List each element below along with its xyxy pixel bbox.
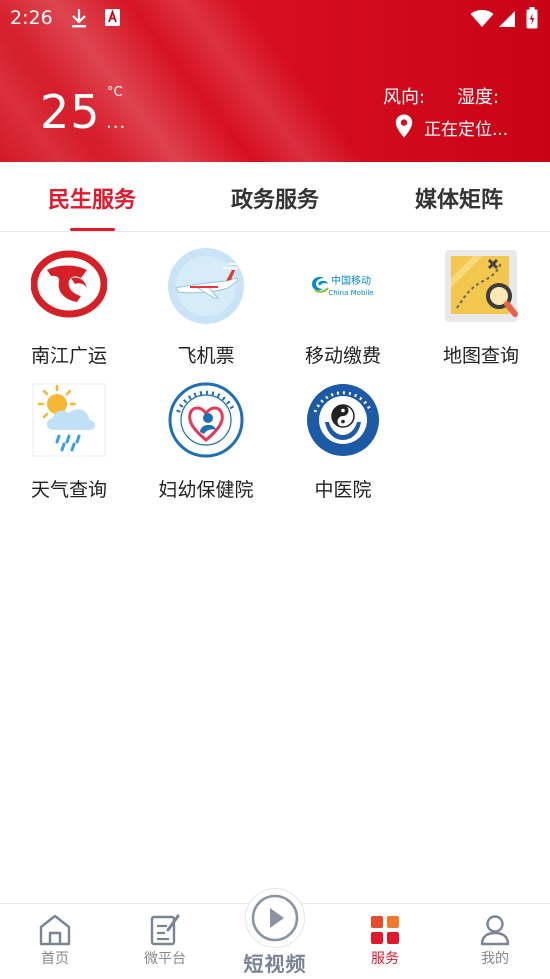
china-mobile-logo: 中国移动 China Mobile bbox=[305, 248, 381, 324]
bottom-navigation: 首页 微平台 短视频 服务 我的 bbox=[0, 888, 550, 979]
nav-short-video[interactable]: 短视频 bbox=[230, 888, 320, 977]
edit-note-icon bbox=[120, 914, 210, 946]
nav-home[interactable]: 首页 bbox=[10, 914, 100, 968]
service-nanjiang-guangyun[interactable]: 南江广运 bbox=[4, 248, 134, 378]
nav-profile[interactable]: 我的 bbox=[450, 914, 540, 968]
svg-text:中国移动: 中国移动 bbox=[331, 274, 371, 287]
video-button-circle bbox=[245, 888, 305, 948]
tcm-hospital-logo bbox=[305, 382, 381, 458]
service-weather-query[interactable]: 天气查询 bbox=[4, 382, 134, 512]
user-icon bbox=[450, 914, 540, 946]
service-maternal-child-hospital[interactable]: 妇幼保健院 bbox=[141, 382, 271, 512]
location-status[interactable]: 正在定位... bbox=[424, 115, 508, 140]
service-label: 地图查询 bbox=[442, 345, 519, 367]
service-label: 妇幼保健院 bbox=[158, 479, 254, 501]
nav-profile-label: 我的 bbox=[481, 951, 509, 967]
service-mobile-payment[interactable]: 中国移动 China Mobile 移动缴费 bbox=[278, 248, 408, 378]
active-tab-indicator bbox=[70, 228, 115, 231]
service-label: 天气查询 bbox=[30, 479, 107, 501]
service-label: 飞机票 bbox=[177, 345, 235, 367]
services-grid-icon bbox=[340, 914, 430, 946]
service-tabs: 民生服务 政务服务 媒体矩阵 bbox=[0, 162, 550, 232]
service-tcm-hospital[interactable]: 中医院 bbox=[278, 382, 408, 512]
nav-home-label: 首页 bbox=[41, 951, 69, 967]
play-icon bbox=[250, 893, 300, 947]
temperature-unit: °C bbox=[107, 85, 123, 100]
app-notification-icon bbox=[104, 8, 121, 31]
nav-services[interactable]: 服务 bbox=[340, 914, 430, 968]
service-label: 移动缴费 bbox=[304, 345, 381, 367]
status-bar: 2:26 bbox=[0, 0, 550, 38]
wifi-icon bbox=[470, 9, 494, 32]
status-time: 2:26 bbox=[10, 7, 53, 29]
tab-media-matrix[interactable]: 媒体矩阵 bbox=[389, 182, 529, 214]
service-map-search[interactable]: 地图查询 bbox=[416, 248, 546, 378]
svg-text:China Mobile: China Mobile bbox=[328, 289, 373, 297]
temperature-value: 25 bbox=[40, 85, 101, 139]
service-label: 中医院 bbox=[314, 479, 372, 501]
cell-signal-icon bbox=[498, 10, 516, 32]
weather-icon bbox=[31, 382, 107, 458]
service-label: 南江广运 bbox=[30, 345, 107, 367]
download-icon bbox=[70, 8, 88, 32]
nav-short-video-label: 短视频 bbox=[243, 952, 307, 976]
maternal-hospital-logo bbox=[168, 382, 244, 458]
nav-services-label: 服务 bbox=[371, 951, 399, 967]
humidity-label: 湿度: bbox=[457, 87, 500, 108]
nanjiang-guangyun-logo bbox=[30, 248, 108, 324]
home-icon bbox=[10, 914, 100, 946]
wind-direction-label: 风向: bbox=[383, 87, 426, 108]
nav-micro-platform[interactable]: 微平台 bbox=[120, 914, 210, 968]
tab-government-services[interactable]: 政务服务 bbox=[205, 182, 345, 214]
location-pin-icon bbox=[395, 114, 413, 142]
weather-header: 2:26 25 °C ... 风向: 湿度: 正在定位... bbox=[0, 0, 550, 162]
nav-micro-platform-label: 微平台 bbox=[144, 951, 186, 967]
airplane-icon bbox=[168, 248, 244, 324]
weather-description: ... bbox=[106, 112, 127, 133]
service-screen: 2:26 25 °C ... 风向: 湿度: 正在定位... 民生服务 政务服务… bbox=[0, 0, 550, 979]
service-air-tickets[interactable]: 飞机票 bbox=[141, 248, 271, 378]
map-search-icon bbox=[443, 248, 519, 324]
tab-livelihood-services[interactable]: 民生服务 bbox=[22, 182, 162, 214]
battery-icon bbox=[526, 7, 538, 33]
